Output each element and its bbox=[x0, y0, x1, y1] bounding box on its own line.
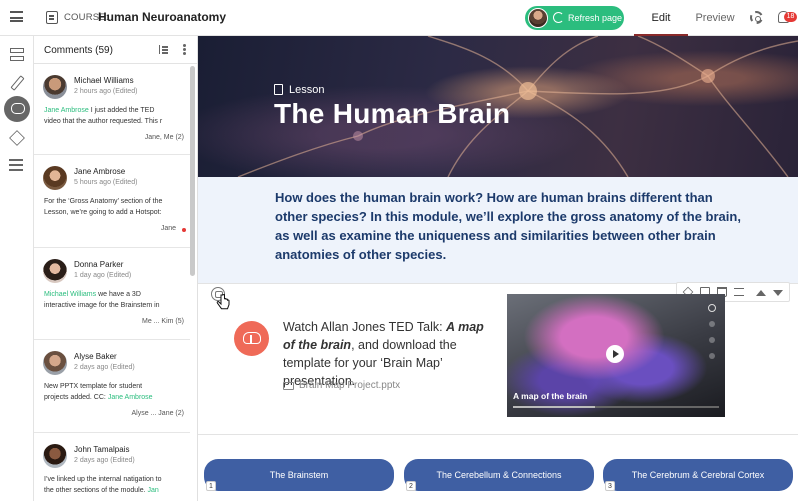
nav-button-brainstem[interactable]: The Brainstem 1 bbox=[204, 459, 394, 491]
comment-time: 2 hours ago (Edited) bbox=[74, 88, 138, 95]
lesson-icon bbox=[274, 84, 283, 95]
comment-text: Jane Ambrose I just added the TED bbox=[44, 107, 155, 114]
comment-card[interactable]: Alyse Baker 2 days ago (Edited) New PPTX… bbox=[34, 340, 190, 433]
comment-participants: Jane bbox=[160, 225, 176, 232]
comment-time: 5 hours ago (Edited) bbox=[74, 179, 138, 186]
more-options-icon[interactable] bbox=[183, 44, 186, 47]
mention-link[interactable]: Michael Williams bbox=[44, 291, 96, 298]
comments-panel: Comments (59) Michael Williams 2 hours a… bbox=[34, 36, 198, 501]
unread-dot bbox=[182, 228, 186, 232]
tab-edit[interactable]: Edit bbox=[634, 0, 688, 36]
video-title: A map of the brain bbox=[513, 391, 588, 401]
video-side-controls[interactable] bbox=[708, 304, 716, 312]
avatar bbox=[43, 166, 67, 190]
top-bar: COURSE: Human Neuroanatomy Refresh page … bbox=[0, 0, 798, 36]
nav-button-cerebellum[interactable]: The Cerebellum & Connections 2 bbox=[404, 459, 594, 491]
sort-icon[interactable] bbox=[159, 45, 168, 54]
comments-scrollbar[interactable] bbox=[190, 66, 195, 276]
lesson-label: Lesson bbox=[289, 84, 325, 96]
comment-text: New PPTX template for student bbox=[44, 383, 143, 390]
lesson-title[interactable]: The Human Brain bbox=[274, 98, 510, 130]
course-icon bbox=[46, 11, 58, 24]
comment-text: interactive image for the Brainstem in bbox=[44, 301, 160, 309]
comment-card[interactable]: Michael Williams 2 hours ago (Edited) Ja… bbox=[34, 64, 190, 155]
mention-link[interactable]: Jan bbox=[148, 487, 159, 494]
course-name: Human Neuroanatomy bbox=[98, 10, 227, 24]
comment-participants: Jane, Me (2) bbox=[144, 134, 184, 141]
refresh-page-button[interactable]: Refresh page bbox=[525, 6, 624, 30]
cube-icon[interactable] bbox=[8, 129, 26, 147]
comment-author: Michael Williams bbox=[74, 76, 134, 85]
avatar bbox=[43, 75, 67, 99]
settings-sliders-icon[interactable] bbox=[8, 156, 26, 174]
comment-text: I’ve linked up the internal natigation t… bbox=[44, 476, 162, 483]
lesson-canvas: Lesson The Human Brain How does the huma… bbox=[198, 36, 798, 501]
tab-preview[interactable]: Preview bbox=[690, 0, 740, 36]
adjust-icon[interactable] bbox=[734, 288, 744, 296]
comment-participants: Alyse ... Jane (2) bbox=[131, 410, 184, 417]
comment-participants: Me ... Kim (5) bbox=[141, 318, 184, 325]
hand-cursor-icon bbox=[216, 294, 230, 310]
refresh-label: Refresh page bbox=[568, 13, 623, 23]
left-rail bbox=[0, 36, 34, 501]
comment-card[interactable]: Donna Parker 1 day ago (Edited) Michael … bbox=[34, 248, 190, 340]
comments-icon[interactable] bbox=[4, 96, 30, 122]
menu-icon[interactable] bbox=[10, 11, 23, 22]
avatar bbox=[43, 259, 67, 283]
comment-text: projects added. CC: Jane Ambrose bbox=[44, 393, 153, 401]
comment-text: the other sections of the module. Jan bbox=[44, 486, 159, 494]
comment-card[interactable]: Jane Ambrose 5 hours ago (Edited) For th… bbox=[34, 155, 190, 248]
comment-time: 2 days ago (Edited) bbox=[74, 364, 135, 371]
comment-author: Alyse Baker bbox=[74, 352, 117, 361]
attachment-link[interactable]: Brain Map Project.pptx bbox=[299, 380, 400, 391]
comment-text: Michael Williams we have a 3D bbox=[44, 291, 141, 298]
video-player[interactable]: A map of the brain bbox=[507, 294, 725, 417]
comment-author: Jane Ambrose bbox=[74, 167, 126, 176]
comments-header: Comments (59) bbox=[34, 36, 197, 64]
brush-icon[interactable] bbox=[8, 74, 26, 92]
intro-text[interactable]: How does the human brain work? How are h… bbox=[275, 188, 745, 264]
avatar bbox=[43, 444, 67, 468]
comment-time: 1 day ago (Edited) bbox=[74, 272, 132, 279]
blocks-icon[interactable] bbox=[8, 46, 26, 64]
nav-number: 3 bbox=[605, 481, 615, 491]
download-icon[interactable] bbox=[234, 321, 269, 356]
intro-block[interactable]: How does the human brain work? How are h… bbox=[198, 177, 798, 283]
section-nav: The Brainstem 1 The Cerebellum & Connect… bbox=[198, 435, 798, 501]
media-block[interactable]: Watch Allan Jones TED Talk: A map of the… bbox=[198, 282, 798, 434]
comment-time: 2 days ago (Edited) bbox=[74, 457, 135, 464]
gear-icon[interactable] bbox=[750, 11, 763, 24]
refresh-icon bbox=[553, 12, 564, 23]
comment-text: For the ‘Gross Anatomy’ section of the bbox=[44, 198, 163, 205]
play-icon[interactable] bbox=[606, 345, 624, 363]
lesson-hero[interactable]: Lesson The Human Brain bbox=[198, 36, 798, 177]
comment-author: Donna Parker bbox=[74, 260, 124, 269]
move-up-icon[interactable] bbox=[756, 290, 766, 296]
notification-badge: 18 bbox=[784, 12, 797, 22]
file-icon bbox=[283, 382, 294, 390]
mention-link[interactable]: Jane Ambrose bbox=[108, 394, 153, 401]
mention-link[interactable]: Jane Ambrose bbox=[44, 107, 89, 114]
nav-button-cerebrum[interactable]: The Cerebrum & Cerebral Cortex 3 bbox=[603, 459, 793, 491]
avatar bbox=[43, 351, 67, 375]
comment-author: John Tamalpais bbox=[74, 445, 130, 454]
move-down-icon[interactable] bbox=[773, 290, 783, 296]
nav-number: 1 bbox=[206, 481, 216, 491]
comments-title: Comments (59) bbox=[44, 45, 113, 56]
comment-text: video that the author requested. This r bbox=[44, 117, 163, 125]
video-progress-bar[interactable] bbox=[513, 406, 719, 408]
nav-number: 2 bbox=[406, 481, 416, 491]
comment-text: Lesson, we’re going to add a Hotspot: bbox=[44, 208, 162, 216]
avatar bbox=[528, 8, 548, 28]
comment-card[interactable]: John Tamalpais 2 days ago (Edited) I’ve … bbox=[34, 433, 190, 501]
